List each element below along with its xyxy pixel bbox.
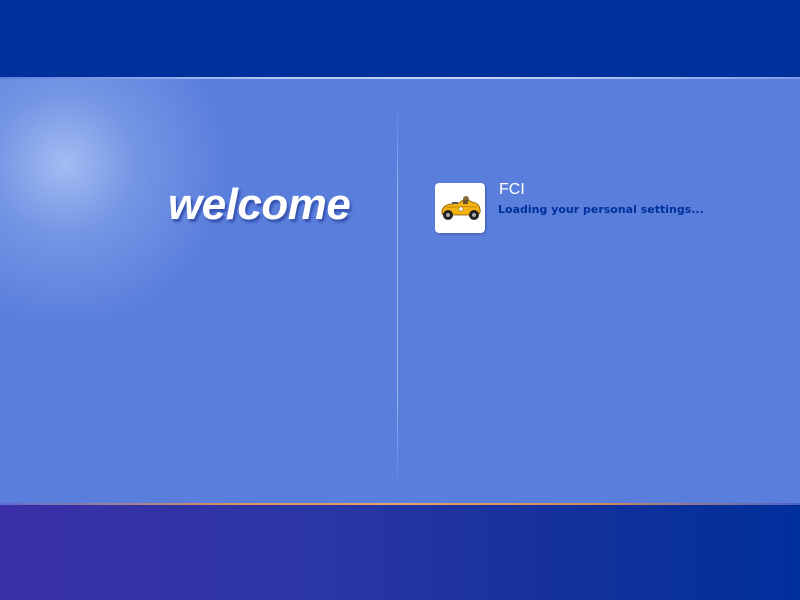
welcome-text: welcome <box>168 180 351 229</box>
loading-status-text: Loading your personal settings... <box>498 203 704 216</box>
user-avatar-tile <box>435 183 485 233</box>
race-car-icon <box>437 185 483 231</box>
vertical-divider <box>397 99 398 489</box>
user-name: FCI <box>499 181 525 198</box>
welcome-screen: welcome FCI Loading your personal settin… <box>0 0 800 600</box>
bottom-bar <box>0 505 800 600</box>
top-bar <box>0 0 800 77</box>
main-panel <box>0 79 800 503</box>
